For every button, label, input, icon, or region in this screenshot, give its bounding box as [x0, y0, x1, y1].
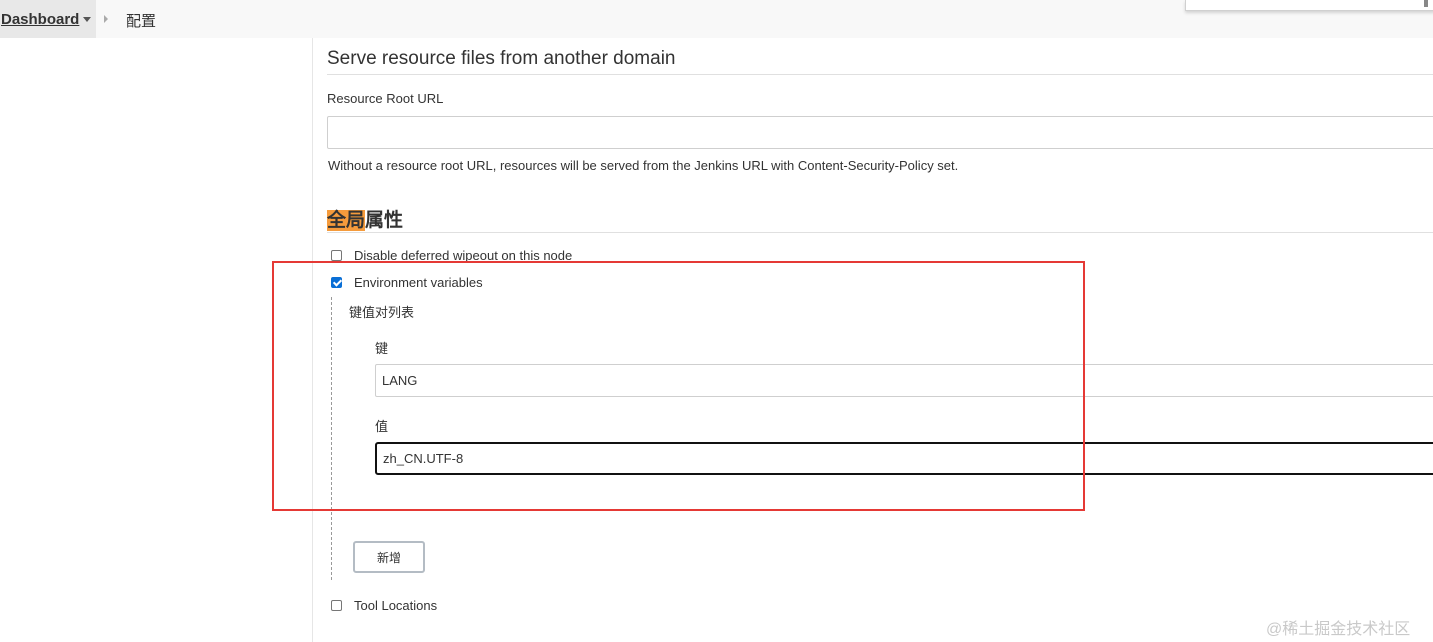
breadcrumb-dashboard-label[interactable]: Dashboard [1, 11, 79, 28]
option-label[interactable]: Tool Locations [354, 598, 437, 613]
checkbox-environment-variables[interactable] [331, 277, 342, 288]
chevron-down-icon[interactable] [83, 16, 92, 22]
option-label[interactable]: Environment variables [354, 275, 483, 290]
option-disable-deferred-wipeout[interactable]: Disable deferred wipeout on this node [331, 248, 572, 263]
side-panel-divider [312, 38, 313, 642]
option-environment-variables[interactable]: Environment variables [331, 275, 483, 290]
key-value-list-label: 键值对列表 [349, 305, 415, 320]
env-key-label: 键 [375, 341, 389, 356]
section-title-resource: Serve resource files from another domain [327, 48, 676, 69]
title-highlight: 全局 [327, 210, 366, 231]
env-value-input[interactable] [375, 442, 1433, 475]
dropdown-panel[interactable] [1185, 0, 1433, 11]
checkbox-tool-locations[interactable] [331, 600, 342, 611]
section-title-global-properties: 全局属性 [327, 205, 403, 232]
add-env-var-button[interactable]: 新增 [353, 541, 425, 573]
section-divider [327, 232, 1433, 233]
resource-root-url-help: Without a resource root URL, resources w… [328, 158, 959, 173]
section-divider [327, 74, 1433, 75]
env-value-label: 值 [375, 419, 389, 434]
option-label[interactable]: Disable deferred wipeout on this node [354, 248, 572, 263]
watermark-text: @稀土掘金技术社区 [1266, 621, 1411, 638]
breadcrumb-current: 配置 [126, 13, 157, 30]
checkbox-disable-deferred-wipeout[interactable] [331, 250, 342, 261]
title-rest: 属性 [365, 210, 404, 231]
env-key-input[interactable] [375, 364, 1433, 397]
resource-root-url-label: Resource Root URL [327, 91, 444, 106]
scrollbar-thumb[interactable] [1424, 0, 1428, 7]
breadcrumb-dashboard[interactable]: Dashboard [0, 0, 96, 38]
chevron-right-icon [104, 15, 108, 23]
resource-root-url-input[interactable] [327, 116, 1433, 149]
option-tool-locations[interactable]: Tool Locations [331, 598, 437, 613]
nested-group-line [331, 297, 332, 580]
